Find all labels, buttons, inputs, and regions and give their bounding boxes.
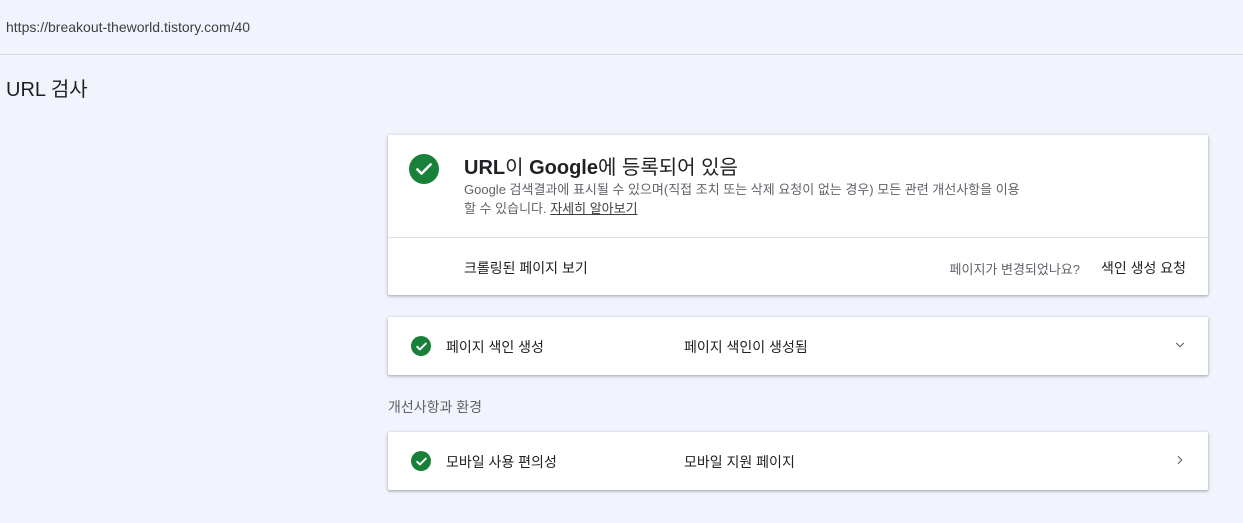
enhancements-section-header: 개선사항과 환경: [388, 399, 483, 415]
check-circle-icon: [411, 336, 431, 356]
learn-more-link[interactable]: 자세히 알아보기: [550, 201, 637, 216]
mobile-usability-value: 모바일 지원 페이지: [684, 454, 795, 470]
request-indexing-button[interactable]: 색인 생성 요청: [1101, 258, 1186, 278]
check-circle-icon: [411, 451, 431, 471]
page-indexing-row[interactable]: 페이지 색인 생성 페이지 색인이 생성됨: [388, 317, 1208, 375]
page-title: URL 검사: [6, 79, 88, 101]
page-changed-question: 페이지가 변경되었나요?: [949, 262, 1080, 277]
action-row: 크롤링된 페이지 보기 페이지가 변경되었나요? 색인 생성 요청: [388, 238, 1208, 295]
index-status-row: URL이 Google에 등록되어 있음 Google 검색결과에 표시될 수 …: [388, 135, 1208, 238]
view-crawled-page-button[interactable]: 크롤링된 페이지 보기: [464, 258, 588, 278]
mobile-usability-row[interactable]: 모바일 사용 편의성 모바일 지원 페이지: [388, 432, 1208, 490]
page-indexing-value: 페이지 색인이 생성됨: [684, 339, 808, 355]
index-status-card: URL이 Google에 등록되어 있음 Google 검색결과에 표시될 수 …: [388, 135, 1208, 295]
check-circle-icon: [409, 154, 439, 184]
index-status-description: Google 검색결과에 표시될 수 있으며(직접 조치 또는 삭제 요청이 없…: [464, 182, 1020, 216]
chevron-down-icon[interactable]: [1172, 337, 1188, 353]
index-status-title: URL이 Google에 등록되어 있음: [464, 157, 738, 179]
url-bar: https://breakout-theworld.tistory.com/40: [0, 0, 1243, 55]
page-indexing-label: 페이지 색인 생성: [446, 339, 544, 355]
chevron-right-icon[interactable]: [1172, 452, 1188, 468]
inspected-url[interactable]: https://breakout-theworld.tistory.com/40: [6, 19, 250, 35]
mobile-usability-label: 모바일 사용 편의성: [446, 454, 557, 470]
